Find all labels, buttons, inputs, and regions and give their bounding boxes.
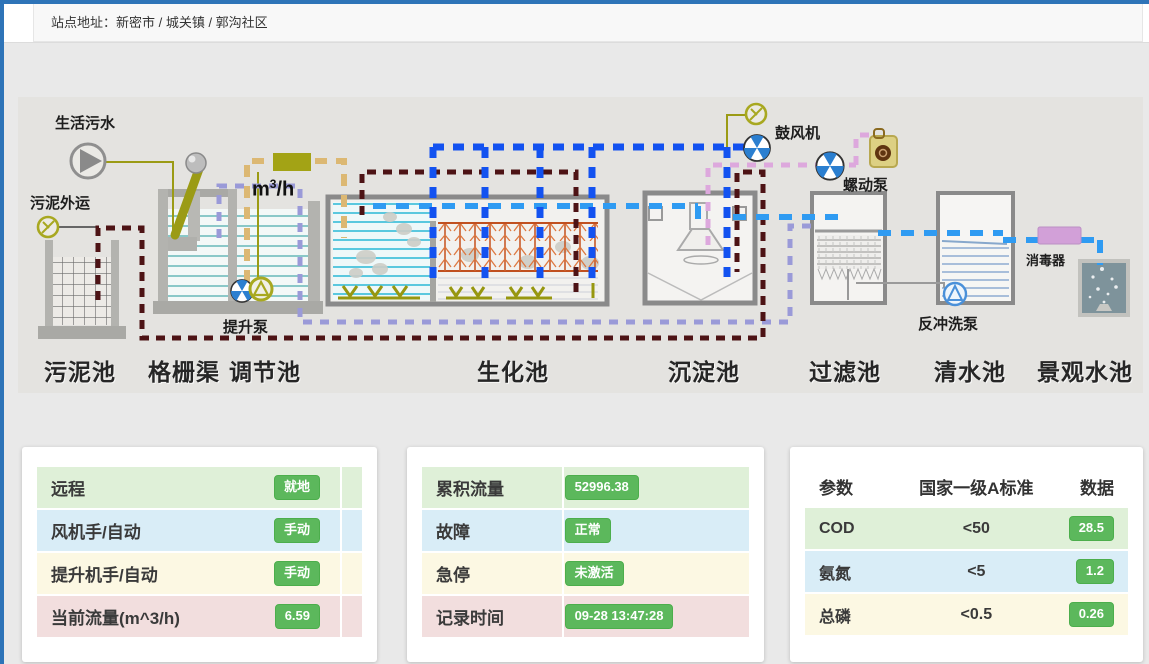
filter-tank	[812, 193, 885, 303]
value-badge[interactable]: 28.5	[1069, 516, 1114, 540]
landscape-pool-label: 景观水池	[1032, 353, 1138, 387]
row-label: 急停	[436, 561, 565, 586]
top-accent-bar	[0, 0, 1149, 4]
water-quality-card: 参数 国家一级A标准 数据 COD <50 28.5 氨氮 <5 1.2 总磷 …	[790, 447, 1143, 662]
table-row: 急停 未激活	[422, 553, 749, 594]
table-row: COD <50 28.5	[805, 508, 1128, 549]
influent-label: 生活污水	[55, 112, 115, 133]
table-row: 当前流量(m^3/h) 6.59	[37, 596, 362, 637]
table-row: 风机手/自动 手动	[37, 510, 362, 551]
row-label: 当前流量(m^3/h)	[51, 604, 180, 629]
row-label: 记录时间	[436, 604, 565, 629]
lift-pump-icon	[250, 278, 272, 300]
backwash-pump-label: 反冲洗泵	[918, 313, 978, 334]
param-standard: <5	[899, 563, 1054, 581]
row-label: 故障	[436, 518, 565, 543]
regulating-tank-label: 调节池	[224, 353, 306, 387]
table-row: 总磷 <0.5 0.26	[805, 594, 1128, 635]
blower-label: 鼓风机	[775, 122, 820, 143]
table-row: 故障 正常	[422, 510, 749, 551]
landscape-pool	[1080, 261, 1128, 315]
dosing-container-icon	[870, 129, 897, 167]
control-panel-card: 远程 就地 风机手/自动 手动 提升机手/自动 手动 当前流量(m^3/h) 6…	[22, 447, 377, 662]
left-accent-bar	[0, 0, 4, 664]
site-address-box: 站点地址：新密市 / 城关镇 / 郭沟社区	[33, 4, 1143, 42]
row-label: 累积流量	[436, 475, 565, 500]
param-name: 氨氮	[819, 560, 899, 584]
screen-channel-label: 格栅渠	[148, 353, 220, 387]
table-row: 记录时间 09-28 13:47:28	[422, 596, 749, 637]
disinfector-label: 消毒器	[1026, 250, 1065, 269]
page-header: 站点地址：新密市 / 城关镇 / 郭沟社区	[4, 4, 1149, 43]
status-badge[interactable]: 手动	[274, 561, 320, 585]
status-panel-card: 累积流量 52996.38 故障 正常 急停 未激活 记录时间 09-28 13…	[407, 447, 764, 662]
table-row: 累积流量 52996.38	[422, 467, 749, 508]
column-header: 国家一级A标准	[899, 474, 1054, 499]
sludge-out-valve-icon	[38, 217, 58, 237]
flow-meter	[273, 153, 311, 171]
status-badge[interactable]: 就地	[274, 475, 320, 499]
process-flow-svg	[18, 97, 1143, 393]
value-badge[interactable]: 52996.38	[565, 475, 639, 499]
row-label: 远程	[51, 475, 85, 500]
param-name: 总磷	[819, 603, 899, 627]
table-row: 氨氮 <5 1.2	[805, 551, 1128, 592]
param-standard: <50	[899, 520, 1054, 538]
value-badge[interactable]: 0.26	[1069, 602, 1114, 626]
sedimentation-tank-label: 沉淀池	[664, 353, 744, 387]
table-header-row: 参数 国家一级A标准 数据	[805, 467, 1128, 505]
lift-pump-label: 提升泵	[223, 316, 268, 337]
influent-pump-icon	[71, 144, 105, 178]
sludge-tank-label: 污泥池	[38, 353, 122, 387]
column-header: 数据	[1054, 474, 1114, 499]
peristaltic-pump-label: 螺动泵	[843, 174, 888, 195]
column-header: 参数	[819, 474, 899, 499]
blower-fan-icon	[744, 135, 770, 161]
table-row: 提升机手/自动 手动	[37, 553, 362, 594]
row-label: 风机手/自动	[51, 518, 141, 543]
value-badge[interactable]: 1.2	[1076, 559, 1114, 583]
peristaltic-pump-fan-icon	[816, 152, 843, 179]
sludge-tank	[38, 240, 126, 339]
param-name: COD	[819, 520, 899, 538]
filter-tank-label: 过滤池	[804, 353, 886, 387]
disinfector-box	[1038, 227, 1081, 244]
biochemical-tank	[328, 197, 607, 304]
table-row: 远程 就地	[37, 467, 362, 508]
flow-unit-label: m3/h	[252, 177, 294, 202]
status-badge[interactable]: 手动	[274, 518, 320, 542]
status-badge[interactable]: 正常	[565, 518, 611, 542]
value-badge[interactable]: 6.59	[275, 604, 320, 628]
row-label: 提升机手/自动	[51, 561, 158, 586]
breadcrumb: 站点地址：新密市 / 城关镇 / 郭沟社区	[34, 4, 1142, 41]
clear-water-tank-label: 清水池	[930, 353, 1010, 387]
timestamp-badge[interactable]: 09-28 13:47:28	[565, 604, 674, 628]
process-flow-diagram: 生活污水 污泥外运 m3/h 提升泵 鼓风机 螺动泵 反冲洗泵 消毒器 污泥池 …	[18, 97, 1143, 393]
status-badge[interactable]: 未激活	[565, 561, 624, 585]
blower-valve-icon	[746, 104, 766, 124]
sludge-out-label: 污泥外运	[30, 192, 90, 213]
backwash-pump-icon	[944, 283, 966, 305]
param-standard: <0.5	[899, 606, 1054, 624]
biochemical-tank-label: 生化池	[474, 353, 552, 387]
